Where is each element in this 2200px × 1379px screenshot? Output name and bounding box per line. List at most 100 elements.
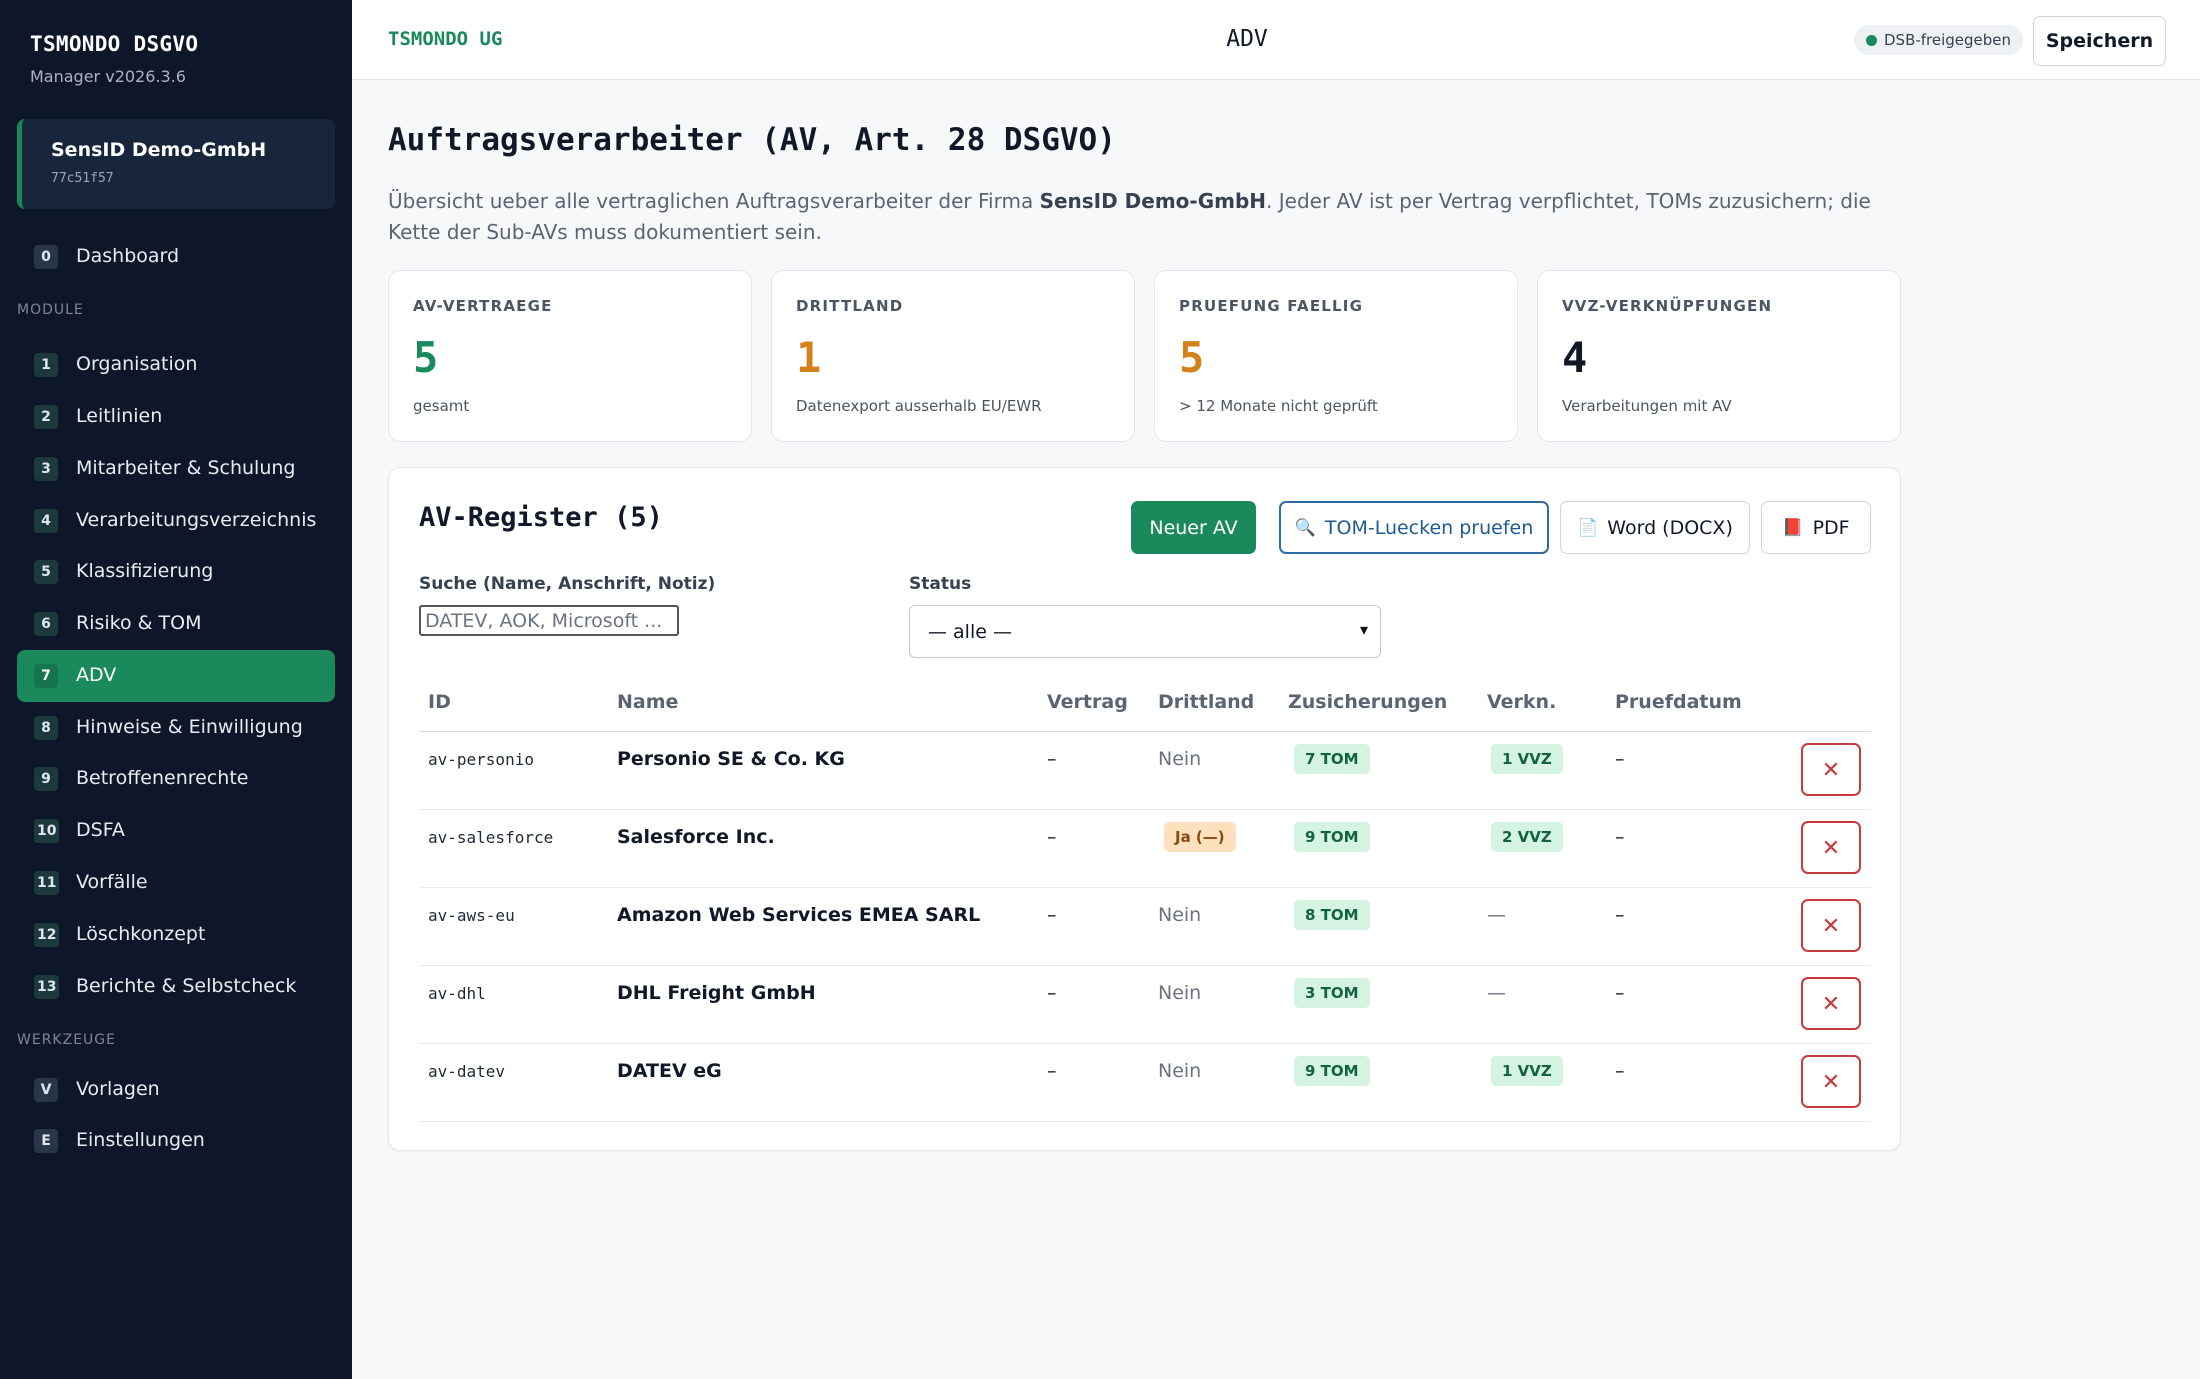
av-name[interactable]: DATEV eG [617, 1060, 722, 1082]
intro-text: Übersicht ueber alle vertraglichen Auftr… [388, 189, 1040, 213]
nav-number-badge: 0 [34, 245, 58, 269]
tom-check-button[interactable]: 🔍 TOM-Luecken pruefen [1279, 501, 1549, 554]
sidebar-item-leitlinien[interactable]: 2 Leitlinien [17, 391, 335, 443]
sidebar-item-mitarbeiter-schulung[interactable]: 3 Mitarbeiter & Schulung [17, 443, 335, 495]
table-row[interactable]: av-datev DATEV eG – Nein 9 TOM 1 VVZ – ✕ [419, 1044, 1871, 1122]
stat-card: PRUEFUNG FAELLIG 5 > 12 Monate nicht gep… [1154, 270, 1518, 442]
av-id: av-aws-eu [428, 906, 515, 925]
close-icon: ✕ [1821, 756, 1841, 782]
stat-value: 5 [413, 333, 439, 382]
sidebar-item-dashboard[interactable]: 0 Dashboard [17, 231, 335, 283]
table-row[interactable]: av-salesforce Salesforce Inc. – Ja (—) 9… [419, 810, 1871, 888]
status-select-value: — alle — [928, 620, 1012, 643]
column-header[interactable]: Zusicherungen [1288, 691, 1447, 713]
av-id: av-datev [428, 1062, 506, 1081]
sidebar-item-organisation[interactable]: 1 Organisation [17, 339, 335, 391]
delete-button[interactable]: ✕ [1801, 977, 1861, 1030]
table-row[interactable]: av-dhl DHL Freight GmbH – Nein 3 TOM — –… [419, 966, 1871, 1044]
stat-label: PRUEFUNG FAELLIG [1179, 297, 1364, 315]
sidebar-item-adv[interactable]: 7 ADV [17, 650, 335, 702]
status-dot-icon [1866, 35, 1877, 46]
drittland-cell: Nein [1158, 904, 1202, 926]
word-export-button[interactable]: 📄 Word (DOCX) [1560, 501, 1750, 554]
tom-badge: 3 TOM [1294, 978, 1370, 1008]
sidebar-item-hinweise-einwilligung[interactable]: 8 Hinweise & Einwilligung [17, 702, 335, 754]
stat-subtext: gesamt [413, 397, 470, 415]
column-header[interactable]: Drittland [1158, 691, 1254, 713]
stat-subtext: Verarbeitungen mit AV [1562, 397, 1732, 415]
column-header[interactable]: ID [428, 691, 451, 713]
drittland-badge: Ja (—) [1164, 822, 1236, 852]
magnifier-icon: 🔍 [1294, 517, 1316, 538]
av-name[interactable]: Personio SE & Co. KG [617, 748, 845, 770]
stat-value: 4 [1562, 333, 1588, 382]
delete-button[interactable]: ✕ [1801, 743, 1861, 796]
new-av-button[interactable]: Neuer AV [1131, 501, 1256, 554]
sidebar-item-löschkonzept[interactable]: 12 Löschkonzept [17, 909, 335, 961]
sidebar-item-betroffenenrechte[interactable]: 9 Betroffenenrechte [17, 753, 335, 805]
vertrag-cell: – [1047, 826, 1057, 848]
av-register-panel: AV-Register (5) Neuer AV 🔍 TOM-Luecken pr… [388, 467, 1901, 1151]
av-id: av-dhl [428, 984, 486, 1003]
vertrag-cell: – [1047, 1060, 1057, 1082]
delete-button[interactable]: ✕ [1801, 821, 1861, 874]
sidebar: TSMONDO DSGVO Manager v2026.3.6 SensID D… [0, 0, 352, 1379]
word-export-label: Word (DOCX) [1607, 516, 1733, 539]
status-select[interactable]: — alle — ▾ [909, 605, 1381, 658]
sidebar-item-vorfälle[interactable]: 11 Vorfälle [17, 857, 335, 909]
delete-button[interactable]: ✕ [1801, 899, 1861, 952]
table-row[interactable]: av-personio Personio SE & Co. KG – Nein … [419, 732, 1871, 810]
av-name[interactable]: Amazon Web Services EMEA SARL [617, 904, 980, 926]
sidebar-item-berichte-selbstcheck[interactable]: 13 Berichte & Selbstcheck [17, 961, 335, 1013]
section-label-module: MODULE [17, 302, 84, 318]
sidebar-item-klassifizierung[interactable]: 5 Klassifizierung [17, 546, 335, 598]
close-icon: ✕ [1821, 990, 1841, 1016]
stat-value: 1 [796, 333, 822, 382]
stat-card: VVZ-VERKNÜPFUNGEN 4 Verarbeitungen mit A… [1537, 270, 1901, 442]
nav-number-badge: 13 [34, 975, 60, 999]
nav-number-badge: 11 [34, 871, 60, 895]
column-header[interactable]: Name [617, 691, 678, 713]
search-input[interactable] [419, 605, 679, 636]
sidebar-item-verarbeitungsverzeichnis[interactable]: 4 Verarbeitungsverzeichnis [17, 495, 335, 547]
pdf-export-button[interactable]: 📕 PDF [1761, 501, 1871, 554]
org-switcher[interactable]: SensID Demo-GmbH 77c51f57 [17, 119, 335, 209]
av-name[interactable]: Salesforce Inc. [617, 826, 775, 848]
sidebar-item-dsfa[interactable]: 10 DSFA [17, 805, 335, 857]
vertrag-cell: – [1047, 982, 1057, 1004]
status-badge: DSB-freigegeben [1854, 25, 2024, 55]
column-header[interactable]: Verkn. [1487, 691, 1556, 713]
delete-button[interactable]: ✕ [1801, 1055, 1861, 1108]
sidebar-item-label: Berichte & Selbstcheck [76, 975, 297, 997]
page-title: Auftragsverarbeiter (AV, Art. 28 DSGVO) [388, 122, 1116, 158]
vvz-cell: — [1487, 904, 1506, 926]
nav-number-badge: 12 [34, 923, 60, 947]
sidebar-item-label: DSFA [76, 819, 125, 841]
sidebar-item-risiko-tom[interactable]: 6 Risiko & TOM [17, 598, 335, 650]
nav-number-badge: 8 [34, 716, 58, 740]
nav-number-badge: 9 [34, 767, 58, 791]
nav-number-badge: V [34, 1078, 58, 1102]
sidebar-item-label: Organisation [76, 353, 198, 375]
sidebar-item-label: Betroffenenrechte [76, 767, 249, 789]
drittland-cell: Nein [1158, 1060, 1202, 1082]
page-heading: ADV [1226, 26, 1268, 52]
sidebar-item-vorlagen[interactable]: V Vorlagen [17, 1064, 335, 1116]
av-id: av-salesforce [428, 828, 554, 847]
save-button[interactable]: Speichern [2033, 16, 2166, 66]
table-row[interactable]: av-aws-eu Amazon Web Services EMEA SARL … [419, 888, 1871, 966]
tom-badge: 7 TOM [1294, 744, 1370, 774]
column-header[interactable]: Pruefdatum [1615, 691, 1742, 713]
nav-number-badge: 10 [34, 819, 60, 843]
stat-label: AV-VERTRAEGE [413, 297, 553, 315]
column-header[interactable]: Vertrag [1047, 691, 1128, 713]
stat-card: DRITTLAND 1 Datenexport ausserhalb EU/EW… [771, 270, 1135, 442]
stat-label: VVZ-VERKNÜPFUNGEN [1562, 297, 1773, 315]
drittland-cell: Nein [1158, 982, 1202, 1004]
pdf-book-icon: 📕 [1782, 517, 1804, 538]
nav-number-badge: 4 [34, 509, 58, 533]
av-name[interactable]: DHL Freight GmbH [617, 982, 816, 1004]
sidebar-item-label: Mitarbeiter & Schulung [76, 457, 296, 479]
sidebar-item-einstellungen[interactable]: E Einstellungen [17, 1115, 335, 1167]
close-icon: ✕ [1821, 1068, 1841, 1094]
